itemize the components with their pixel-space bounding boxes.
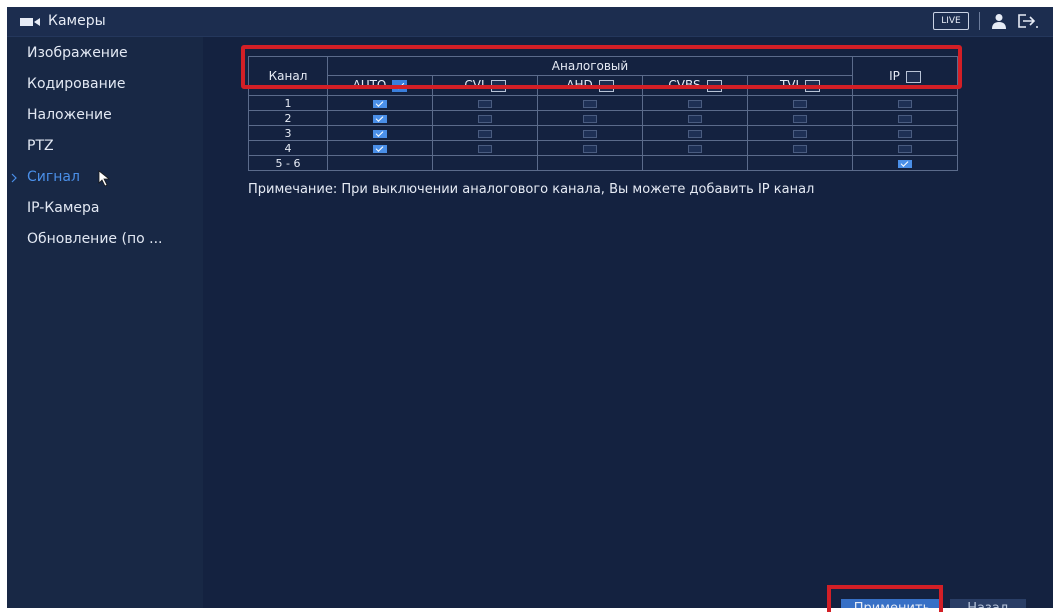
auto-checkbox[interactable] <box>373 128 387 138</box>
tvi-cell <box>747 140 853 156</box>
channel-cell: 5 - 6 <box>248 155 328 171</box>
cvi-checkbox[interactable] <box>478 99 492 108</box>
table-row: 3 <box>248 125 958 141</box>
cvi-cell <box>432 95 538 111</box>
live-button[interactable]: LIVE <box>933 12 969 30</box>
cvi-checkbox[interactable] <box>478 114 492 123</box>
page-title: Камеры <box>48 13 106 29</box>
apply-highlight-box <box>827 585 943 612</box>
note-text: Примечание: При выключении аналогового к… <box>248 182 815 197</box>
ahd-cell <box>537 95 643 111</box>
back-button[interactable]: Назад <box>950 599 1026 608</box>
tvi-checkbox[interactable] <box>793 129 807 138</box>
ip-cell <box>852 95 958 111</box>
ip-cell <box>852 140 958 156</box>
ahd-cell <box>537 110 643 126</box>
sidebar-item-ip-camera[interactable]: IP-Камера <box>7 194 203 225</box>
sidebar-item-update[interactable]: Обновление (по ... <box>7 225 203 256</box>
ip-cell <box>852 155 958 171</box>
cvbs-cell <box>642 125 748 141</box>
table-row: 1 <box>248 95 958 111</box>
cvi-cell <box>432 125 538 141</box>
auto-checkbox[interactable] <box>373 113 387 123</box>
ahd-cell <box>537 140 643 156</box>
cvbs-checkbox[interactable] <box>688 114 702 123</box>
ahd-checkbox[interactable] <box>583 114 597 123</box>
auto-checkbox[interactable] <box>373 143 387 153</box>
cvbs-cell <box>642 140 748 156</box>
main-window: Камеры LIVE Изображение Кодирование Нало… <box>7 7 1053 608</box>
ahd-cell <box>537 125 643 141</box>
ip-checkbox[interactable] <box>898 144 912 153</box>
sidebar-item-ptz[interactable]: PTZ <box>7 132 203 163</box>
signal-table-body: 12345 - 6 <box>248 95 958 171</box>
tvi-cell <box>747 95 853 111</box>
channel-cell: 1 <box>248 95 328 111</box>
auto-cell <box>327 155 433 171</box>
divider <box>979 12 980 30</box>
tvi-cell <box>747 125 853 141</box>
auto-cell <box>327 140 433 156</box>
tvi-checkbox[interactable] <box>793 114 807 123</box>
channel-cell: 4 <box>248 140 328 156</box>
tvi-cell <box>747 110 853 126</box>
ip-checkbox[interactable] <box>898 114 912 123</box>
logout-icon[interactable] <box>1017 13 1039 29</box>
sidebar: Изображение Кодирование Наложение PTZ Си… <box>7 37 203 608</box>
header-highlight-box <box>241 45 962 89</box>
auto-checkbox[interactable] <box>373 98 387 108</box>
cvi-cell <box>432 110 538 126</box>
auto-cell <box>327 125 433 141</box>
ahd-checkbox[interactable] <box>583 129 597 138</box>
camera-icon <box>20 18 40 26</box>
user-icon[interactable] <box>991 13 1007 29</box>
ahd-cell <box>537 155 643 171</box>
ahd-checkbox[interactable] <box>583 99 597 108</box>
tvi-checkbox[interactable] <box>793 144 807 153</box>
table-row: 5 - 6 <box>248 155 958 171</box>
tvi-cell <box>747 155 853 171</box>
cvi-cell <box>432 155 538 171</box>
tvi-checkbox[interactable] <box>793 99 807 108</box>
sidebar-item-signal[interactable]: Сигнал <box>7 163 203 194</box>
cvi-checkbox[interactable] <box>478 144 492 153</box>
cvi-checkbox[interactable] <box>478 129 492 138</box>
cvbs-cell <box>642 155 748 171</box>
chevron-right-icon <box>11 173 17 183</box>
ip-checkbox[interactable] <box>898 129 912 138</box>
top-bar: Камеры LIVE <box>7 7 1053 37</box>
sidebar-item-image[interactable]: Изображение <box>7 39 203 70</box>
cvbs-cell <box>642 95 748 111</box>
channel-cell: 3 <box>248 125 328 141</box>
sidebar-item-encoding[interactable]: Кодирование <box>7 70 203 101</box>
auto-cell <box>327 95 433 111</box>
channel-cell: 2 <box>248 110 328 126</box>
content-panel: Канал Аналоговый IP AUTO CVI AHD CVBS TV… <box>203 37 1053 608</box>
cvi-cell <box>432 140 538 156</box>
auto-cell <box>327 110 433 126</box>
ip-cell <box>852 125 958 141</box>
ahd-checkbox[interactable] <box>583 144 597 153</box>
mouse-cursor-icon <box>98 170 111 187</box>
cvbs-checkbox[interactable] <box>688 99 702 108</box>
ip-checkbox[interactable] <box>898 158 912 168</box>
cvbs-checkbox[interactable] <box>688 129 702 138</box>
cvbs-cell <box>642 110 748 126</box>
table-row: 4 <box>248 140 958 156</box>
ip-cell <box>852 110 958 126</box>
cvbs-checkbox[interactable] <box>688 144 702 153</box>
sidebar-item-overlay[interactable]: Наложение <box>7 101 203 132</box>
table-row: 2 <box>248 110 958 126</box>
ip-checkbox[interactable] <box>898 99 912 108</box>
